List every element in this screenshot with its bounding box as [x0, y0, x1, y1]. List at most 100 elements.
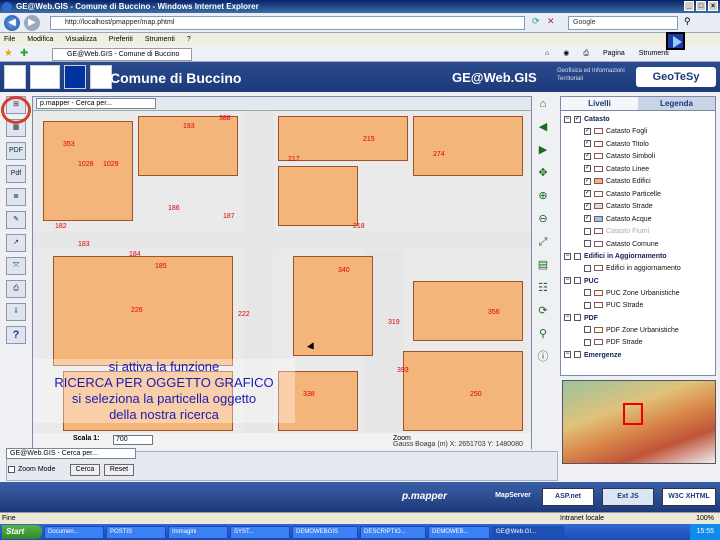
print-page-tool-icon[interactable]: ⎙	[6, 280, 26, 298]
map-parcel-label: 274	[433, 151, 445, 158]
overlay-line: si seleziona la particella oggetto	[71, 391, 257, 406]
map-parcel-label: 226	[131, 307, 143, 314]
layer-item[interactable]: Edifici in aggiornamento	[564, 263, 712, 276]
map-canvas[interactable]: 193 388 353 215 274 217 1028 1029 186 18…	[33, 111, 531, 433]
taskbar-item[interactable]: Immagini	[168, 525, 228, 539]
play-icon[interactable]	[666, 32, 685, 50]
menu-strumenti[interactable]: Strumenti	[145, 33, 175, 46]
layer-group-label: Edifici in Aggiornamento	[584, 253, 667, 260]
map-parcel-label: 393	[397, 367, 409, 374]
layer-group[interactable]: − ✓ Catasto	[564, 114, 712, 126]
layer-item[interactable]: PDF Zone Urbanistiche	[564, 325, 712, 338]
taskbar-item[interactable]: DEMOWEB...	[428, 525, 490, 539]
taskbar-item[interactable]: Documen...	[44, 525, 104, 539]
zoom-mode-checkbox[interactable]: Zoom Mode	[8, 465, 55, 475]
menu-help[interactable]: ?	[187, 33, 191, 46]
print-icon[interactable]: ⎙	[583, 48, 589, 60]
zoom-level[interactable]: 100%	[696, 513, 714, 524]
search-input[interactable]: Google	[568, 16, 678, 30]
info-icon[interactable]: ⓘ	[534, 349, 552, 366]
coordinate-tool-icon[interactable]: ⤧	[6, 257, 26, 275]
pdf-tool-icon[interactable]: PDF	[6, 142, 26, 160]
search-select[interactable]: GE@Web.GIS - Cerca per...	[6, 448, 136, 459]
home-icon[interactable]: ⌂	[534, 96, 552, 113]
tab-legenda[interactable]: Legenda	[638, 97, 715, 111]
taskbar-item[interactable]: DEMOWEBGIS	[292, 525, 358, 539]
tab-livelli[interactable]: Livelli	[561, 97, 638, 111]
menu-preferiti[interactable]: Preferiti	[109, 33, 133, 46]
minimize-icon[interactable]: _	[684, 1, 694, 11]
layer-group[interactable]: − Edifici in Aggiornamento	[564, 251, 712, 263]
map-parcel-label: 222	[238, 311, 250, 318]
favorites-star-icon[interactable]: ★	[4, 48, 13, 59]
zoom-in-icon[interactable]: ⊕	[534, 188, 552, 205]
layer-group[interactable]: − PDF	[564, 313, 712, 325]
layer-item[interactable]: ✓ Catasto Strade	[564, 201, 712, 214]
layer-group[interactable]: − Emergenze	[564, 350, 712, 362]
layer-item[interactable]: PUC Strade	[564, 300, 712, 313]
layer-label: PDF Zone Urbanistiche	[606, 326, 679, 334]
zoom-out-icon[interactable]: ⊖	[534, 211, 552, 228]
layer-label: Catasto Linee	[606, 165, 650, 173]
refresh-map-icon[interactable]: ⟳	[534, 303, 552, 320]
map-search-select[interactable]: p.mapper - Cerca per...	[36, 98, 156, 109]
layer-item[interactable]: Catasto Fiumi	[564, 226, 712, 239]
pan-icon[interactable]: ✥	[534, 165, 552, 182]
layer-label: PDF Strade	[606, 339, 643, 346]
map-parcel-label: 217	[288, 156, 300, 163]
tool-strumenti[interactable]: Strumenti	[639, 48, 669, 60]
layer-label: Catasto Strade	[606, 203, 653, 210]
taskbar-item[interactable]: GE@Web.GI...	[492, 525, 564, 539]
legend-icon[interactable]: ☷	[534, 280, 552, 297]
url-field[interactable]: http://localhost/pmapper/map.phtml	[50, 16, 525, 30]
taskbar-item[interactable]: POSTIS	[106, 525, 166, 539]
forward-icon[interactable]: ▶	[24, 15, 40, 31]
add-favorite-icon[interactable]: ✚	[20, 48, 28, 59]
tool-pagina[interactable]: Pagina	[603, 48, 625, 60]
close-icon[interactable]: ×	[708, 1, 718, 11]
pdf-tool-2-icon[interactable]: Pdf	[6, 165, 26, 183]
webgis-app: Comune di Buccino GE@Web.GIS Geofisica e…	[0, 62, 720, 516]
download-tool-icon[interactable]: ⇩	[6, 303, 26, 321]
layer-group[interactable]: − PUC	[564, 276, 712, 288]
full-extent-icon[interactable]: ⤢	[534, 234, 552, 251]
pan-back-icon[interactable]: ◀	[534, 119, 552, 136]
menu-file[interactable]: File	[4, 33, 15, 46]
reference-map[interactable]	[562, 380, 716, 464]
start-button[interactable]: Start	[2, 525, 42, 539]
taskbar-item[interactable]: DESCRIPTIO...	[360, 525, 426, 539]
layer-item[interactable]: PDF Strade	[564, 337, 712, 350]
map-parcel-label: 218	[353, 223, 365, 230]
menu-modifica[interactable]: Modifica	[27, 33, 53, 46]
map-parcel-label: 215	[363, 136, 375, 143]
help-tool-icon[interactable]: ?	[6, 326, 26, 344]
back-icon[interactable]: ◀	[4, 15, 20, 31]
measure-tool-icon[interactable]: ✎	[6, 211, 26, 229]
maximize-icon[interactable]: □	[696, 1, 706, 11]
layer-item[interactable]: ✓ Catasto Titolo	[564, 139, 712, 152]
cerca-button[interactable]: Cerca	[70, 464, 100, 476]
locate-tool-icon[interactable]: ↗	[6, 234, 26, 252]
menu-visualizza[interactable]: Visualizza	[65, 33, 96, 46]
layer-item[interactable]: ✓ Catasto Particelle	[564, 189, 712, 202]
stop-icon[interactable]: ✕	[547, 16, 555, 27]
home-icon[interactable]: ⌂	[545, 48, 549, 60]
refresh-icon[interactable]: ⟳	[532, 16, 540, 27]
search-map-icon[interactable]: ⚲	[534, 326, 552, 343]
layer-item[interactable]: ✓ Catasto Fogli	[564, 126, 712, 139]
layer-item[interactable]: ✓ Catasto Acque	[564, 214, 712, 227]
layer-item[interactable]: ✓ Catasto Linee	[564, 164, 712, 177]
pan-forward-icon[interactable]: ▶	[534, 142, 552, 159]
print-tool-icon[interactable]: ≣	[6, 188, 26, 206]
layer-item[interactable]: PUC Zone Urbanistiche	[564, 288, 712, 301]
browser-tab[interactable]: GE@Web.GIS - Comune di Buccino	[52, 48, 192, 61]
feeds-icon[interactable]: ◉	[563, 48, 569, 60]
search-icon[interactable]: ⚲	[684, 16, 691, 27]
taskbar-item[interactable]: SYST...	[230, 525, 290, 539]
layer-item[interactable]: ✓ Catasto Simboli	[564, 151, 712, 164]
scale-input[interactable]: 700	[113, 435, 153, 445]
layer-item[interactable]: ✓ Catasto Edifici	[564, 176, 712, 189]
layers-icon[interactable]: ▤	[534, 257, 552, 274]
layer-item[interactable]: Catasto Comune	[564, 239, 712, 252]
reset-button[interactable]: Reset	[104, 464, 134, 476]
